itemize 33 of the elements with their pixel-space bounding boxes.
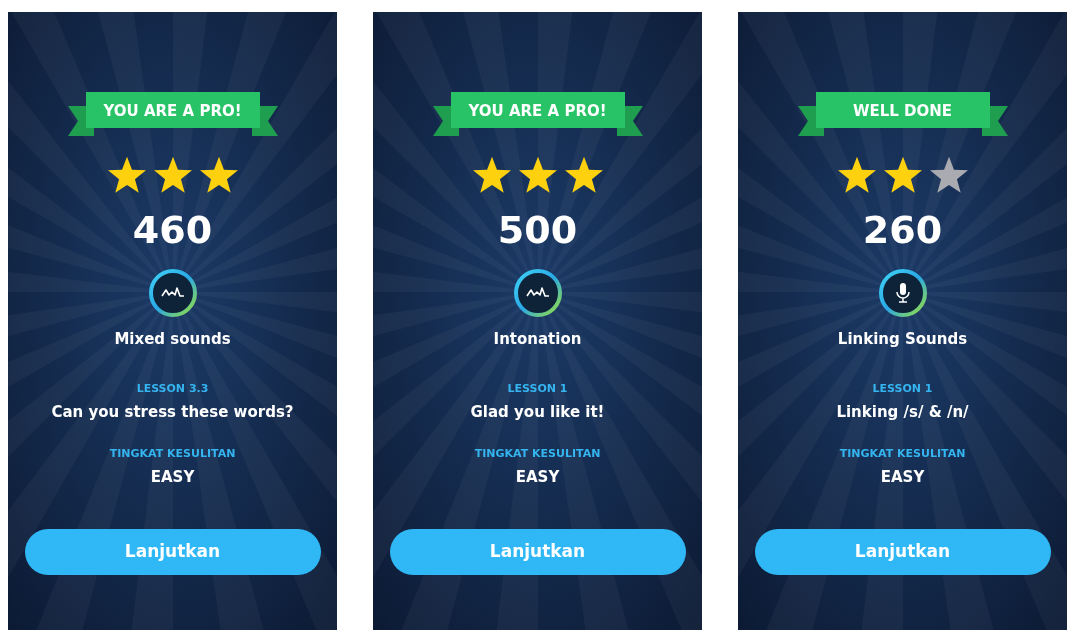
difficulty-value: EASY [515, 467, 560, 488]
difficulty-label: TINGKAT KESULITAN [474, 445, 601, 462]
topic-title: Mixed sounds [114, 329, 231, 350]
difficulty-value: EASY [880, 467, 925, 488]
banner-title: YOU ARE A PRO! [103, 101, 242, 122]
difficulty-value: EASY [150, 467, 195, 488]
score: 260 [862, 207, 943, 254]
banner-title: WELL DONE [852, 101, 953, 122]
lesson-title: Linking /s/ & /n/ [836, 402, 969, 423]
lesson-label: LESSON 1 [872, 380, 933, 397]
score: 500 [497, 207, 578, 254]
continue-button[interactable]: Lanjutkan [24, 528, 321, 575]
lesson-label: LESSON 3.3 [136, 380, 209, 397]
score: 460 [132, 207, 213, 254]
lesson-label: LESSON 1 [507, 380, 568, 397]
star-icon [836, 156, 877, 194]
continue-button[interactable]: Lanjutkan [389, 528, 686, 575]
star-icon [106, 156, 147, 194]
topic-title: Linking Sounds [837, 329, 968, 350]
lesson-title: Glad you like it! [470, 402, 605, 423]
star-icon [152, 156, 193, 194]
continue-button[interactable]: Lanjutkan [754, 528, 1051, 575]
banner-title: YOU ARE A PRO! [468, 101, 607, 122]
star-icon [198, 156, 239, 194]
topic-title: Intonation [493, 329, 582, 350]
star-icon [882, 156, 923, 194]
lesson-title: Can you stress these words? [51, 402, 294, 423]
star-icon [517, 156, 558, 194]
difficulty-label: TINGKAT KESULITAN [839, 445, 966, 462]
star-icon [471, 156, 512, 194]
star-icon [928, 156, 969, 194]
star-icon [563, 156, 604, 194]
difficulty-label: TINGKAT KESULITAN [109, 445, 236, 462]
